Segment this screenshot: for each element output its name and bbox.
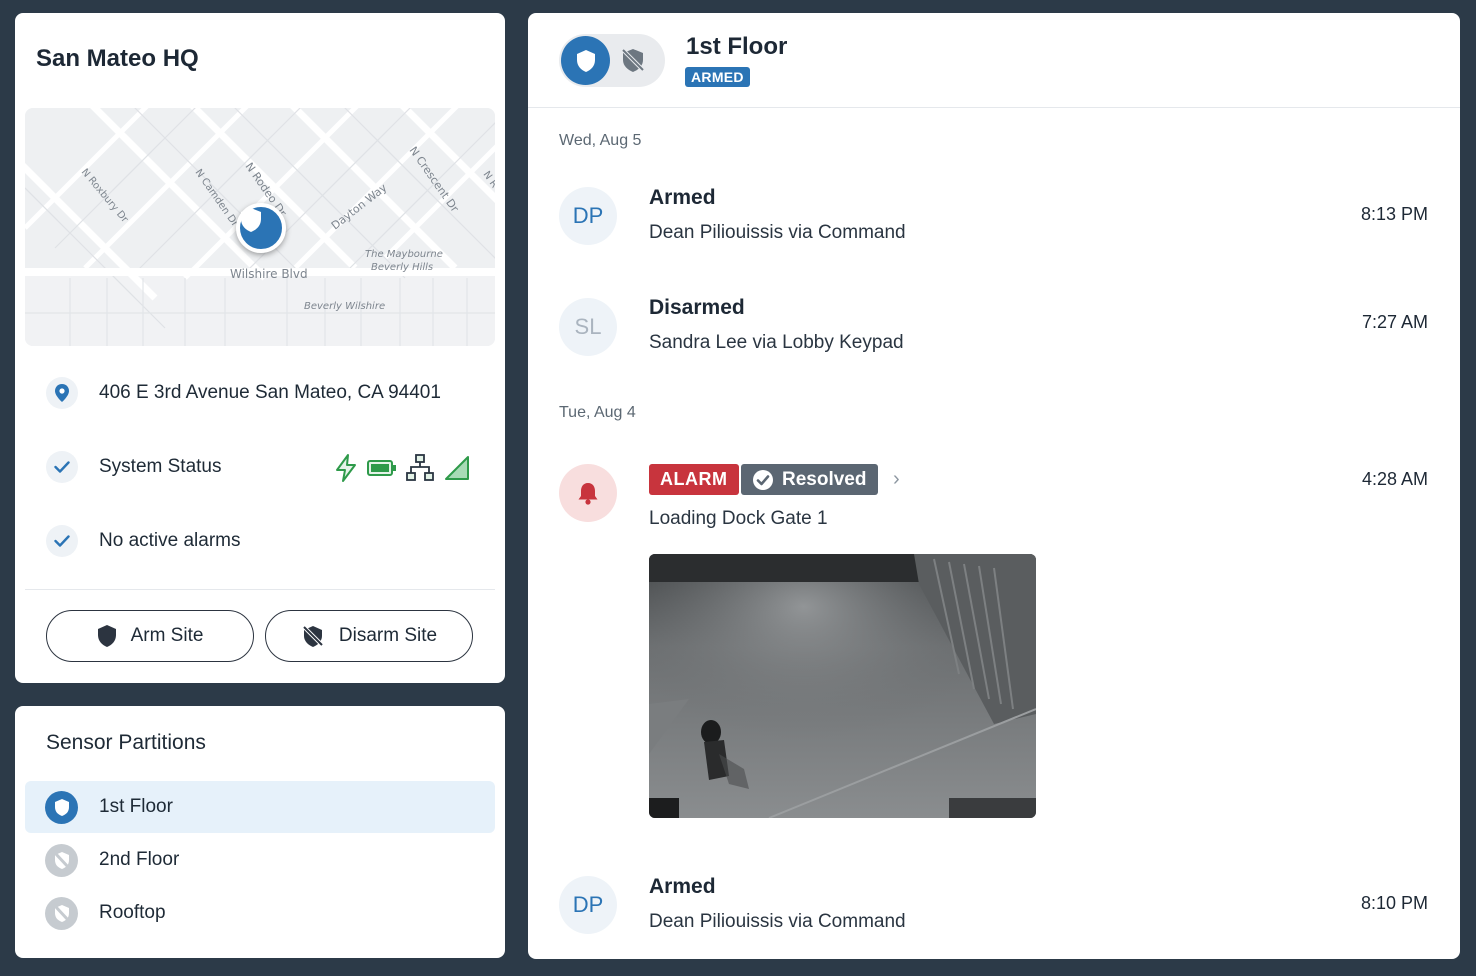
event-title: Disarmed	[649, 296, 745, 319]
site-title: San Mateo HQ	[36, 45, 199, 72]
partition-item-rooftop[interactable]: Rooftop	[25, 887, 495, 939]
partitions-title: Sensor Partitions	[46, 731, 206, 754]
partition-item-1st-floor[interactable]: 1st Floor	[25, 781, 495, 833]
event-time: 8:10 PM	[1360, 893, 1428, 913]
map-label-maybourne: The Maybourne	[365, 249, 443, 260]
partition-label: 1st Floor	[99, 796, 173, 817]
resolved-label: Resolved	[782, 468, 867, 490]
event-detail: Sandra Lee via Lobby Keypad	[649, 332, 904, 353]
armed-status-badge: ARMED	[685, 67, 750, 87]
map-label-wilshire: Wilshire Blvd	[230, 267, 308, 281]
event-detail: Dean Piliouissis via Command	[649, 911, 906, 932]
system-status-icons	[333, 453, 471, 488]
shield-off-icon	[302, 625, 324, 647]
avatar: DP	[559, 187, 617, 245]
activity-feed-card: 1st Floor ARMED Wed, Aug 5 DP Armed Dean…	[528, 13, 1460, 959]
alarm-bell-icon	[559, 464, 617, 522]
arm-site-label: Arm Site	[130, 625, 204, 646]
date-header: Tue, Aug 4	[559, 404, 636, 421]
event-time: 8:13 PM	[1360, 204, 1428, 224]
check-circle-icon	[753, 469, 773, 490]
shield-icon	[45, 790, 78, 824]
map-pin-shield-icon[interactable]	[236, 203, 286, 253]
address-row: 406 E 3rd Avenue San Mateo, CA 94401	[46, 377, 441, 409]
partition-item-2nd-floor[interactable]: 2nd Floor	[25, 834, 495, 886]
sensor-partitions-card: Sensor Partitions 1st Floor 2nd Floor Ro…	[15, 706, 505, 958]
event-title: Armed	[649, 186, 716, 209]
resolved-badge: Resolved	[741, 464, 878, 495]
site-address: 406 E 3rd Avenue San Mateo, CA 94401	[99, 382, 441, 403]
event-time: 7:27 AM	[1361, 312, 1428, 332]
alarms-label: No active alarms	[99, 530, 241, 551]
alarms-row: No active alarms	[46, 525, 241, 557]
shield-off-icon	[45, 843, 78, 877]
camera-snapshot-image	[649, 554, 1036, 818]
disarm-site-label: Disarm Site	[338, 625, 438, 646]
site-card: San Mateo HQ N Roxbury Dr N Camden Dr N …	[15, 13, 505, 683]
avatar: SL	[559, 298, 617, 356]
avatar: DP	[559, 876, 617, 934]
map-label-beverly-wilshire: Beverly Wilshire	[304, 301, 385, 312]
arm-toggle[interactable]	[559, 34, 665, 87]
camera-snapshot[interactable]	[649, 554, 1036, 818]
check-icon	[46, 525, 78, 557]
partition-label: 2nd Floor	[99, 849, 180, 870]
alarm-badge: ALARM	[649, 464, 739, 495]
event-detail: Loading Dock Gate 1	[649, 508, 828, 529]
partition-title: 1st Floor	[686, 33, 788, 60]
feed-header: 1st Floor ARMED	[528, 13, 1460, 108]
event-title: Armed	[649, 875, 716, 898]
signal-icon	[443, 454, 471, 487]
event-time: 4:28 AM	[1361, 469, 1428, 489]
check-icon	[46, 451, 78, 483]
shield-icon	[561, 36, 610, 85]
shield-icon	[97, 625, 116, 647]
location-pin-icon	[46, 377, 78, 409]
network-icon	[405, 453, 435, 488]
map-label-beverly-hills: Beverly Hills	[371, 262, 433, 273]
divider	[25, 589, 495, 590]
arm-site-button[interactable]: Arm Site	[46, 610, 254, 662]
date-header: Wed, Aug 5	[559, 132, 642, 149]
battery-icon	[367, 458, 397, 483]
shield-off-icon	[45, 896, 78, 930]
power-icon	[333, 453, 359, 488]
site-map[interactable]: N Roxbury Dr N Camden Dr N Rodeo Dr N Cr…	[25, 108, 495, 346]
shield-off-icon	[619, 46, 647, 79]
system-status-label: System Status	[99, 456, 222, 477]
chevron-right-icon[interactable]: ›	[893, 468, 900, 491]
event-detail: Dean Piliouissis via Command	[649, 222, 906, 243]
disarm-site-button[interactable]: Disarm Site	[265, 610, 473, 662]
partition-label: Rooftop	[99, 902, 166, 923]
system-status-row: System Status	[46, 451, 222, 483]
